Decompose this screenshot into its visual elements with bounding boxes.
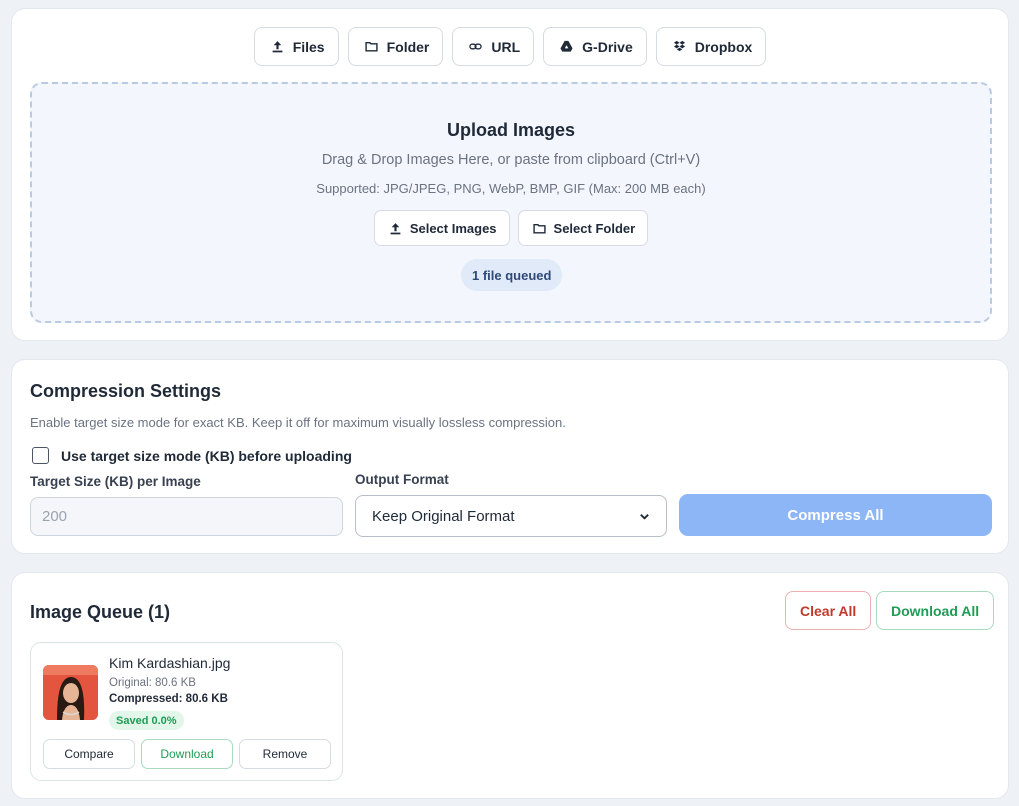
folder-icon <box>364 42 378 52</box>
queue-item: Kim Kardashian.jpg Original: 80.6 KB Com… <box>30 642 343 781</box>
file-name: Kim Kardashian.jpg <box>109 655 231 671</box>
queue-item-actions: Compare Download Remove <box>43 739 331 769</box>
target-size-input[interactable]: 200 <box>30 497 343 536</box>
download-all-button[interactable]: Download All <box>876 591 995 630</box>
settings-hint: Enable target size mode for exact KB. Ke… <box>30 415 566 430</box>
image-thumbnail <box>43 665 98 720</box>
folder-button[interactable]: Folder <box>347 27 444 66</box>
upload-card: Files Folder URL G-Drive Dropbox Upload … <box>11 8 1009 341</box>
dropbox-button[interactable]: Dropbox <box>655 27 767 66</box>
target-size-placeholder: 200 <box>42 508 68 525</box>
compression-settings-card: Compression Settings Enable target size … <box>11 359 1009 554</box>
files-button-label: Files <box>292 38 325 55</box>
upload-title: Upload Images <box>446 120 576 140</box>
folder-button-label: Folder <box>386 38 430 55</box>
chevron-down-icon <box>640 513 649 520</box>
upload-icon <box>272 41 283 53</box>
settings-title: Compression Settings <box>30 381 222 401</box>
dropzone[interactable]: Upload Images Drag & Drop Images Here, o… <box>30 82 992 323</box>
select-images-label: Select Images <box>409 220 497 236</box>
dropbox-button-label: Dropbox <box>694 38 753 55</box>
target-mode-checkbox[interactable] <box>32 447 49 464</box>
target-mode-row: Use target size mode (KB) before uploadi… <box>32 447 352 464</box>
files-button[interactable]: Files <box>253 27 339 66</box>
remove-button[interactable]: Remove <box>239 739 331 769</box>
link-icon <box>469 43 483 50</box>
target-size-label: Target Size (KB) per Image <box>30 474 201 489</box>
queued-status-badge: 1 file queued <box>461 259 563 291</box>
dropzone-buttons: Select Images Select Folder <box>32 210 990 246</box>
source-buttons: Files Folder URL G-Drive Dropbox <box>12 27 1008 66</box>
target-mode-label: Use target size mode (KB) before uploadi… <box>61 447 352 464</box>
upload-subtitle: Drag & Drop Images Here, or paste from c… <box>321 152 701 168</box>
image-queue-card: Image Queue (1) Clear All Download All K… <box>11 572 1009 799</box>
compress-all-button[interactable]: Compress All <box>679 494 992 536</box>
google-drive-icon <box>560 40 573 52</box>
select-images-button[interactable]: Select Images <box>373 210 510 246</box>
clear-all-button[interactable]: Clear All <box>785 591 872 630</box>
url-button[interactable]: URL <box>452 27 535 66</box>
upload-icon <box>390 222 401 234</box>
portrait-thumbnail-icon <box>43 665 98 720</box>
gdrive-button-label: G-Drive <box>582 38 633 55</box>
select-folder-button[interactable]: Select Folder <box>517 210 649 246</box>
queue-title: Image Queue (1) <box>30 602 171 622</box>
folder-icon <box>532 223 546 234</box>
supported-formats: Supported: JPG/JPEG, PNG, WebP, BMP, GIF… <box>316 181 706 196</box>
output-format-value: Keep Original Format <box>372 507 515 525</box>
dropbox-icon <box>673 40 685 52</box>
select-folder-label: Select Folder <box>553 220 636 236</box>
output-format-label: Output Format <box>355 472 449 487</box>
compressed-size: Compressed: 80.6 KB <box>109 693 228 705</box>
saved-badge: Saved 0.0% <box>109 711 184 730</box>
download-button[interactable]: Download <box>141 739 233 769</box>
output-format-select[interactable]: Keep Original Format <box>355 495 667 537</box>
original-size: Original: 80.6 KB <box>109 677 196 689</box>
gdrive-button[interactable]: G-Drive <box>543 27 647 66</box>
url-button-label: URL <box>491 38 521 55</box>
compare-button[interactable]: Compare <box>43 739 135 769</box>
